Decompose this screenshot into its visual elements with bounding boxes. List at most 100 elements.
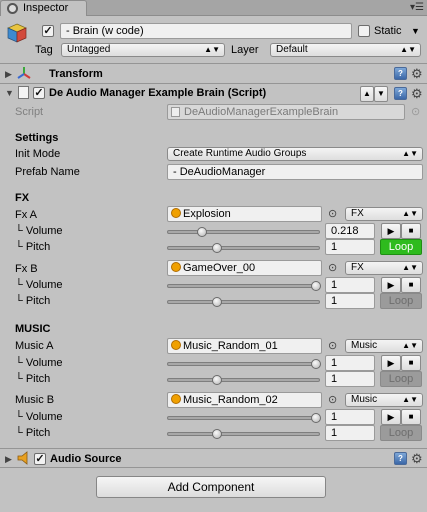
- chevron-down-icon: ▲▼: [402, 209, 418, 218]
- gameobject-name-input[interactable]: - Brain (w code): [60, 23, 352, 39]
- pitch-label: └ Pitch: [15, 373, 51, 385]
- audio-clip-field[interactable]: Explosion: [167, 206, 322, 222]
- pitch-slider[interactable]: [167, 300, 320, 304]
- transform-axes-icon: [17, 66, 31, 80]
- volume-slider[interactable]: [167, 284, 320, 288]
- group-dropdown-value: FX: [351, 208, 364, 219]
- object-picker-icon[interactable]: ⊙: [328, 261, 337, 275]
- volume-slider[interactable]: [167, 230, 320, 234]
- stop-button[interactable]: ■: [401, 355, 421, 371]
- static-label: Static: [374, 25, 402, 37]
- tag-label: Tag: [35, 44, 53, 56]
- script-enabled-checkbox[interactable]: ✓: [33, 87, 45, 99]
- audio-clip-value: Music_Random_02: [183, 394, 278, 406]
- object-picker-icon[interactable]: ⊙: [328, 339, 337, 353]
- gameobject-active-checkbox[interactable]: ✓: [42, 25, 54, 37]
- volume-slider-thumb[interactable]: [311, 281, 321, 291]
- pitch-slider-thumb[interactable]: [212, 243, 222, 253]
- volume-slider[interactable]: [167, 416, 320, 420]
- tab-menu-icon[interactable]: ▾☰: [410, 0, 424, 15]
- volume-label: └ Volume: [15, 225, 63, 237]
- stop-button[interactable]: ■: [401, 277, 421, 293]
- play-button[interactable]: ▶: [381, 355, 401, 371]
- volume-slider-thumb[interactable]: [311, 359, 321, 369]
- pitch-input[interactable]: 1: [325, 293, 375, 309]
- tab-inspector-label: Inspector: [23, 2, 69, 14]
- fx-header: FX: [15, 192, 30, 204]
- script-foldout-icon[interactable]: ▼: [5, 87, 14, 99]
- tab-inspector[interactable]: Inspector: [0, 0, 87, 16]
- script-label: Script: [15, 106, 44, 118]
- audio-clip-field[interactable]: GameOver_00: [167, 260, 322, 276]
- static-checkbox[interactable]: [358, 25, 370, 37]
- speaker-icon: [17, 451, 31, 465]
- volume-input[interactable]: 1: [325, 277, 375, 293]
- group-dropdown[interactable]: FX ▲▼: [345, 207, 423, 221]
- pitch-slider[interactable]: [167, 378, 320, 382]
- play-button[interactable]: ▶: [381, 277, 401, 293]
- add-component-button[interactable]: Add Component: [96, 476, 326, 498]
- init-mode-dropdown[interactable]: Create Runtime Audio Groups ▲▼: [167, 147, 423, 161]
- help-book-icon[interactable]: ?: [394, 87, 407, 100]
- settings-header: Settings: [15, 132, 59, 144]
- gear-icon[interactable]: ⚙: [411, 67, 423, 80]
- object-picker-icon[interactable]: ⊙: [328, 207, 337, 221]
- help-book-icon[interactable]: ?: [394, 67, 407, 80]
- volume-slider-thumb[interactable]: [197, 227, 207, 237]
- pitch-input[interactable]: 1: [325, 239, 375, 255]
- volume-input[interactable]: 0.218: [325, 223, 375, 239]
- loop-toggle[interactable]: Loop: [380, 293, 422, 309]
- pitch-input[interactable]: 1: [325, 371, 375, 387]
- group-dropdown[interactable]: Music ▲▼: [345, 339, 423, 353]
- loop-toggle[interactable]: Loop: [380, 239, 422, 255]
- stop-button[interactable]: ■: [401, 223, 421, 239]
- tag-dropdown[interactable]: Untagged ▲▼: [61, 43, 225, 57]
- transform-foldout-icon[interactable]: ▶: [5, 68, 12, 80]
- audio-source-foldout-icon[interactable]: ▶: [5, 453, 12, 465]
- audio-clip-icon: [171, 340, 181, 350]
- chevron-down-icon: ▲▼: [402, 341, 418, 350]
- audio-clip-field[interactable]: Music_Random_02: [167, 392, 322, 408]
- move-down-button[interactable]: ▼: [374, 86, 388, 102]
- init-mode-label: Init Mode: [15, 148, 61, 160]
- loop-toggle[interactable]: Loop: [380, 371, 422, 387]
- layer-dropdown[interactable]: Default ▲▼: [270, 43, 421, 57]
- pitch-slider-thumb[interactable]: [212, 297, 222, 307]
- pitch-slider[interactable]: [167, 246, 320, 250]
- pitch-input[interactable]: 1: [325, 425, 375, 441]
- chevron-down-icon: ▲▼: [400, 45, 416, 54]
- move-up-button[interactable]: ▲: [360, 86, 374, 102]
- volume-slider[interactable]: [167, 362, 320, 366]
- volume-input[interactable]: 1: [325, 355, 375, 371]
- pitch-label: └ Pitch: [15, 295, 51, 307]
- script-field-value: DeAudioManagerExampleBrain: [184, 106, 339, 118]
- audio-clip-field[interactable]: Music_Random_01: [167, 338, 322, 354]
- group-dropdown[interactable]: FX ▲▼: [345, 261, 423, 275]
- static-dropdown-icon[interactable]: ▼: [411, 24, 420, 38]
- pitch-slider[interactable]: [167, 432, 320, 436]
- group-dropdown-value: FX: [351, 262, 364, 273]
- volume-slider-thumb[interactable]: [311, 413, 321, 423]
- audio-source-enabled-checkbox[interactable]: ✓: [34, 453, 46, 465]
- play-button[interactable]: ▶: [381, 223, 401, 239]
- tag-dropdown-value: Untagged: [67, 44, 111, 55]
- loop-toggle[interactable]: Loop: [380, 425, 422, 441]
- volume-input[interactable]: 1: [325, 409, 375, 425]
- group-dropdown[interactable]: Music ▲▼: [345, 393, 423, 407]
- play-button[interactable]: ▶: [381, 409, 401, 425]
- help-book-icon[interactable]: ?: [394, 452, 407, 465]
- audio-entry-label: Music A: [15, 340, 54, 352]
- audio-clip-value: GameOver_00: [183, 262, 256, 274]
- gear-icon[interactable]: ⚙: [411, 452, 423, 465]
- pitch-slider-thumb[interactable]: [212, 429, 222, 439]
- object-picker-icon[interactable]: ⊙: [328, 393, 337, 407]
- stop-button[interactable]: ■: [401, 409, 421, 425]
- gear-icon[interactable]: ⚙: [411, 87, 423, 100]
- prefab-name-input[interactable]: - DeAudioManager: [167, 164, 423, 180]
- transform-title: Transform: [49, 68, 103, 80]
- audio-source-title: Audio Source: [50, 453, 122, 465]
- pitch-label: └ Pitch: [15, 427, 51, 439]
- pitch-label: └ Pitch: [15, 241, 51, 253]
- pitch-slider-thumb[interactable]: [212, 375, 222, 385]
- audio-entry-label: Fx A: [15, 209, 38, 221]
